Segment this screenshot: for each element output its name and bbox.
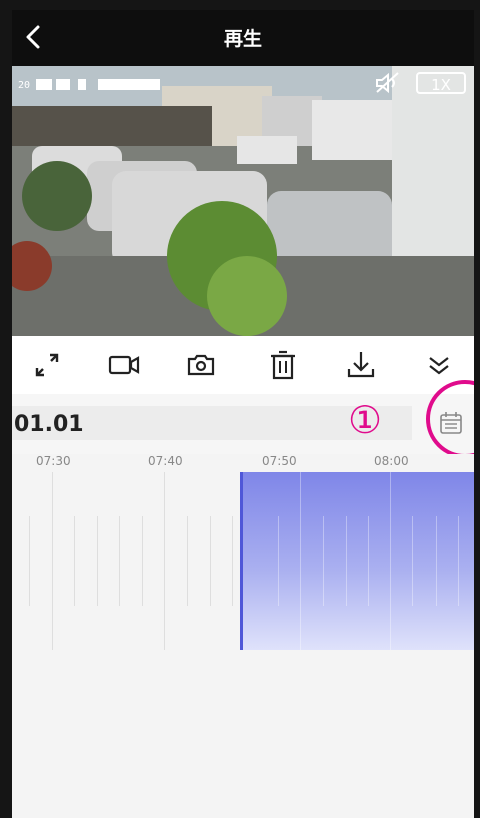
timeline-minor-line: [232, 516, 233, 606]
collapse-chevrons-icon[interactable]: [422, 348, 456, 382]
download-icon[interactable]: [344, 348, 378, 382]
timeline-minor-line: [142, 516, 143, 606]
timeline-major-line: [52, 472, 53, 650]
video-player[interactable]: 20 1X: [12, 66, 474, 336]
timeline-minor-line: [97, 516, 98, 606]
selected-date[interactable]: 01.01: [14, 412, 84, 437]
redacted-timestamp-1: [36, 79, 52, 90]
snapshot-camera-icon[interactable]: [184, 348, 218, 382]
recording-minor-line: [323, 516, 324, 606]
timeline-tick: 07:40: [148, 454, 183, 468]
page-title: 再生: [223, 28, 262, 50]
record-video-icon[interactable]: [107, 348, 141, 382]
timeline-minor-line: [74, 516, 75, 606]
app-screen: 再生 20 1X 01.01 ① 07:30 07:40 07:50 08:00: [12, 10, 474, 818]
delete-trash-icon[interactable]: [266, 348, 300, 382]
timeline-tick: 08:00: [374, 454, 409, 468]
timeline-minor-line: [187, 516, 188, 606]
timeline-minor-line: [29, 516, 30, 606]
timeline-minor-line: [210, 516, 211, 606]
timeline-major-line: [164, 472, 165, 650]
annotation-marker: ①: [348, 398, 383, 442]
playhead-marker[interactable]: [240, 472, 243, 650]
timeline-minor-line: [119, 516, 120, 606]
recording-minor-line: [412, 516, 413, 606]
recording-minor-line: [346, 516, 347, 606]
recording-minor-line: [278, 516, 279, 606]
redacted-timestamp-4: [98, 79, 160, 90]
mute-icon[interactable]: [374, 71, 402, 95]
recording-segment[interactable]: [240, 472, 474, 650]
top-bar: 再生: [12, 10, 474, 66]
playback-timeline[interactable]: 07:30 07:40 07:50 08:00: [12, 454, 474, 818]
date-selector-row: 01.01 ①: [12, 380, 474, 458]
fullscreen-icon[interactable]: [30, 348, 64, 382]
timeline-tick: 07:30: [36, 454, 71, 468]
timeline-tick: 07:50: [262, 454, 297, 468]
recording-minor-line: [368, 516, 369, 606]
recording-minor-line: [458, 516, 459, 606]
video-frame-image: [12, 66, 474, 336]
recording-major-line: [300, 472, 301, 650]
device-frame: 再生 20 1X 01.01 ① 07:30 07:40 07:50 08:00: [0, 0, 480, 818]
redacted-timestamp-2: [56, 79, 70, 90]
redacted-timestamp-3: [78, 79, 86, 90]
recording-minor-line: [436, 516, 437, 606]
calendar-icon[interactable]: [438, 410, 464, 436]
playback-speed-button[interactable]: 1X: [416, 72, 466, 94]
playback-toolbar: [12, 336, 474, 394]
recording-major-line: [390, 472, 391, 650]
video-timestamp: 20: [18, 80, 31, 91]
